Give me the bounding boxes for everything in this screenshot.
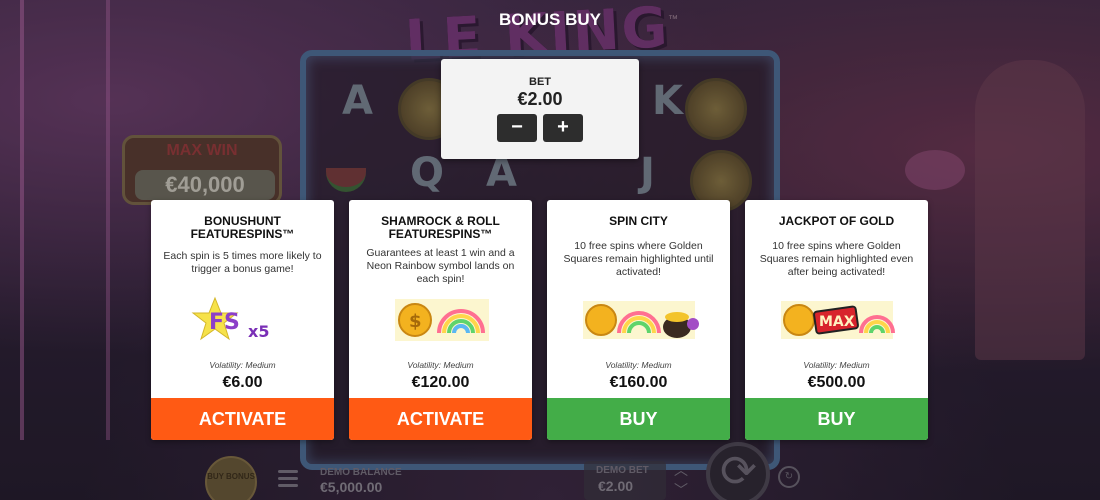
fs-text: FS xyxy=(209,310,240,335)
coin-max-rainbow-icon: MAX xyxy=(781,301,895,339)
activate-button[interactable]: ACTIVATE xyxy=(151,398,334,440)
volatility: Volatility: Medium xyxy=(803,360,870,370)
feature-description: Each spin is 5 times more likely to trig… xyxy=(163,250,322,275)
price: €6.00 xyxy=(222,374,263,391)
feature-card-jackpot-of-gold: JACKPOT OF GOLD 10 free spins where Gold… xyxy=(745,200,928,440)
price: €500.00 xyxy=(807,374,866,391)
svg-text:$: $ xyxy=(409,311,422,332)
coin-rainbow-icon: $ xyxy=(395,299,489,341)
feature-name: SHAMROCK & ROLL FEATURESPINS™ xyxy=(381,214,500,241)
buy-button[interactable]: BUY xyxy=(745,398,928,440)
feature-card-shamrock: SHAMROCK & ROLL FEATURESPINS™ Guarantees… xyxy=(349,200,532,440)
bet-increase-button[interactable]: + xyxy=(543,114,583,142)
bet-panel: BET €2.00 − + xyxy=(441,59,639,159)
bet-label: BET xyxy=(529,76,551,88)
bonus-buy-title: BONUS BUY xyxy=(498,10,601,29)
bet-decrease-button[interactable]: − xyxy=(497,114,537,142)
bet-value: €2.00 xyxy=(517,89,563,109)
price: €120.00 xyxy=(411,374,470,391)
feature-card-bonushunt: BONUSHUNT FEATURESPINS™ Each spin is 5 t… xyxy=(151,200,334,440)
volatility: Volatility: Medium xyxy=(605,360,672,370)
price: €160.00 xyxy=(609,374,668,391)
featurespins-x5-icon: FS x5 xyxy=(191,296,269,341)
activate-button[interactable]: ACTIVATE xyxy=(349,398,532,440)
feature-card-spin-city: SPIN CITY 10 free spins where Golden Squ… xyxy=(547,200,730,440)
coin-rainbow-pot-icon xyxy=(583,301,699,339)
feature-name: JACKPOT OF GOLD xyxy=(778,214,895,228)
feature-name: SPIN CITY xyxy=(609,214,668,228)
max-text: MAX xyxy=(819,314,855,330)
feature-description: 10 free spins where Golden Squares remai… xyxy=(563,240,714,278)
buy-button[interactable]: BUY xyxy=(547,398,730,440)
feature-name: BONUSHUNT FEATURESPINS™ xyxy=(190,214,295,241)
volatility: Volatility: Medium xyxy=(209,360,276,370)
fs-multiplier: x5 xyxy=(248,322,269,341)
feature-description: 10 free spins where Golden Squares remai… xyxy=(759,240,914,278)
volatility: Volatility: Medium xyxy=(407,360,474,370)
bet-stepper: − + xyxy=(497,114,583,142)
feature-description: Guarantees at least 1 win and a Neon Rai… xyxy=(366,247,515,285)
